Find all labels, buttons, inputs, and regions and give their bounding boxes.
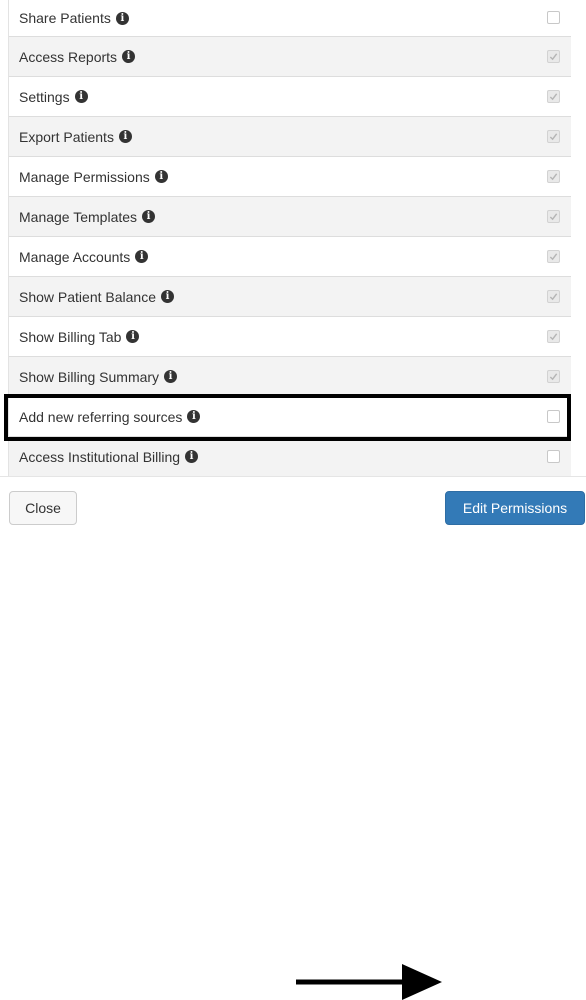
permission-checkbox[interactable] [547, 289, 560, 303]
permission-label: Manage Accounts i [19, 248, 149, 265]
permission-row: Access Institutional Billing i [9, 437, 571, 477]
permission-row: Share Patients i [9, 0, 571, 37]
info-circle-icon[interactable]: i [115, 11, 129, 25]
checkmark-icon [549, 52, 558, 60]
permission-label: Add new referring sources i [19, 408, 201, 425]
permission-label-text: Manage Permissions [19, 168, 150, 185]
permission-checkbox[interactable] [547, 329, 560, 343]
info-circle-icon[interactable]: i [160, 290, 174, 303]
permission-row: Manage Permissions i [9, 157, 571, 197]
permission-checkbox[interactable] [547, 369, 560, 383]
permission-label-text: Export Patients [19, 128, 114, 145]
right-arrow-icon [296, 964, 442, 1000]
info-circle-icon[interactable]: i [122, 50, 136, 63]
permission-label-text: Access Reports [19, 48, 118, 65]
modal-footer: Close Edit Permissions [0, 476, 586, 1000]
close-button[interactable]: Close [9, 491, 77, 525]
permission-checkbox[interactable] [547, 409, 560, 423]
permission-label: Settings i [19, 89, 88, 105]
permission-row: Show Patient Balance i [9, 277, 571, 317]
info-circle-icon[interactable]: i [154, 170, 168, 183]
permission-checkbox[interactable] [547, 89, 560, 103]
info-circle-icon[interactable]: i [118, 130, 132, 143]
info-circle-icon[interactable]: i [185, 450, 199, 463]
permission-checkbox[interactable] [547, 129, 560, 143]
permissions-list: Share Patients i Access Reports i Settings i E… [8, 0, 571, 477]
permission-row: Settings i [9, 77, 571, 117]
permission-checkbox[interactable] [547, 49, 560, 63]
info-circle-icon[interactable]: i [135, 250, 149, 263]
info-circle-icon[interactable]: i [142, 210, 156, 223]
permission-row: Access Reports i [9, 37, 571, 77]
permission-row: Export Patients i [9, 117, 571, 157]
checkmark-icon [549, 372, 558, 380]
permission-label-text: Add new referring sources [19, 408, 183, 425]
permission-row: Add new referring sources i [9, 397, 571, 437]
info-circle-icon[interactable]: i [74, 90, 88, 103]
permission-label-text: Access Institutional Billing [19, 448, 181, 465]
permission-label-text: Manage Accounts [19, 248, 131, 265]
permission-checkbox[interactable] [547, 169, 560, 183]
permission-label: Show Billing Summary i [19, 368, 178, 385]
permission-label-text: Manage Templates [19, 208, 138, 225]
checkmark-icon [549, 292, 558, 300]
permission-checkbox[interactable] [547, 249, 560, 263]
permission-label-text: Share Patients [19, 10, 111, 26]
permission-label: Access Reports i [19, 48, 136, 65]
permission-checkbox[interactable] [547, 449, 560, 463]
permission-row: Manage Templates i [9, 197, 571, 237]
permission-label: Access Institutional Billing i [19, 448, 199, 465]
permission-label: Export Patients i [19, 129, 132, 145]
permission-row: Show Billing Summary i [9, 357, 571, 397]
edit-permissions-button[interactable]: Edit Permissions [445, 491, 585, 525]
checkmark-icon [549, 92, 558, 100]
permission-label: Show Billing Tab i [19, 328, 140, 345]
permission-label-text: Settings [19, 88, 70, 105]
checkmark-icon [549, 332, 558, 340]
permission-label: Show Patient Balance i [19, 289, 174, 305]
permission-row: Show Billing Tab i [9, 317, 571, 357]
permission-label-text: Show Billing Summary [19, 368, 160, 385]
checkmark-icon [549, 172, 558, 180]
permission-checkbox[interactable] [547, 11, 560, 24]
permission-label: Manage Templates i [19, 208, 156, 225]
permission-checkbox[interactable] [547, 209, 560, 223]
checkmark-icon [549, 212, 558, 220]
info-circle-icon[interactable]: i [126, 330, 140, 343]
permission-row: Manage Accounts i [9, 237, 571, 277]
permission-label-text: Show Billing Tab [19, 328, 122, 345]
checkmark-icon [549, 252, 558, 260]
checkmark-icon [549, 132, 558, 140]
info-circle-icon[interactable]: i [164, 370, 178, 383]
info-circle-icon[interactable]: i [187, 410, 201, 423]
permission-label-text: Show Patient Balance [19, 288, 156, 305]
permission-label: Manage Permissions i [19, 169, 168, 185]
permission-label: Share Patients i [19, 10, 129, 26]
